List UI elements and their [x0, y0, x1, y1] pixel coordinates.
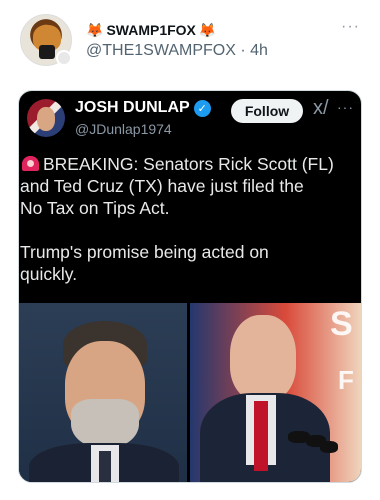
- photo-detail: [230, 315, 296, 401]
- text-line-1: BREAKING: Senators Rick Scott (FL): [43, 154, 334, 174]
- verified-badge-icon: ✓: [193, 99, 211, 117]
- photo-detail: [254, 401, 268, 471]
- follow-button[interactable]: Follow: [231, 99, 303, 123]
- photo-detail: [320, 441, 338, 453]
- quoted-more-options-icon[interactable]: ···: [337, 99, 354, 115]
- media-grid[interactable]: S F: [19, 303, 361, 482]
- photo-ted-cruz[interactable]: [19, 303, 187, 482]
- outer-post-header: 🦊 SWAMP1FOX 🦊 @THE1SWAMPFOX · 4h ···: [0, 0, 380, 80]
- avatar-badge-icon: [56, 50, 72, 66]
- background-sign-letter: F: [338, 365, 354, 395]
- text-line-5: quickly.: [20, 264, 78, 284]
- quoted-author-handle[interactable]: @JDunlap1974: [75, 121, 172, 137]
- more-options-icon[interactable]: ···: [341, 18, 360, 36]
- fox-emoji-icon: 🦊: [86, 22, 104, 38]
- background-sign-letter: S: [330, 305, 353, 343]
- photo-detail: [99, 451, 111, 482]
- text-line-2: and Ted Cruz (TX) have just filed the: [20, 176, 304, 196]
- author-name-row[interactable]: 🦊 SWAMP1FOX 🦊: [86, 22, 216, 38]
- separator-dot: ·: [240, 42, 246, 59]
- siren-icon: [22, 156, 39, 171]
- author-handle[interactable]: @THE1SWAMPFOX: [86, 42, 236, 59]
- quoted-author-avatar[interactable]: [27, 99, 65, 137]
- text-line-4: Trump's promise being acted on: [20, 242, 269, 262]
- fox-emoji-icon: 🦊: [198, 22, 217, 38]
- quoted-author-name-row[interactable]: JOSH DUNLAP ✓: [75, 99, 211, 117]
- quoted-post-text: BREAKING: Senators Rick Scott (FL) and T…: [19, 153, 361, 285]
- grok-icon[interactable]: x/: [313, 97, 329, 120]
- photo-detail: [71, 399, 139, 449]
- quoted-author-display-name[interactable]: JOSH DUNLAP: [75, 99, 190, 117]
- text-line-3: No Tax on Tips Act.: [20, 198, 170, 218]
- photo-rick-scott[interactable]: S F: [190, 303, 361, 482]
- quoted-post-card[interactable]: JOSH DUNLAP ✓ @JDunlap1974 Follow x/ ···…: [18, 90, 362, 483]
- text-line: BREAKING: Senators Rick Scott (FL): [20, 153, 361, 175]
- author-handle-row: @THE1SWAMPFOX · 4h: [86, 42, 268, 60]
- author-display-name[interactable]: SWAMP1FOX: [106, 22, 195, 38]
- post-time[interactable]: 4h: [250, 42, 268, 59]
